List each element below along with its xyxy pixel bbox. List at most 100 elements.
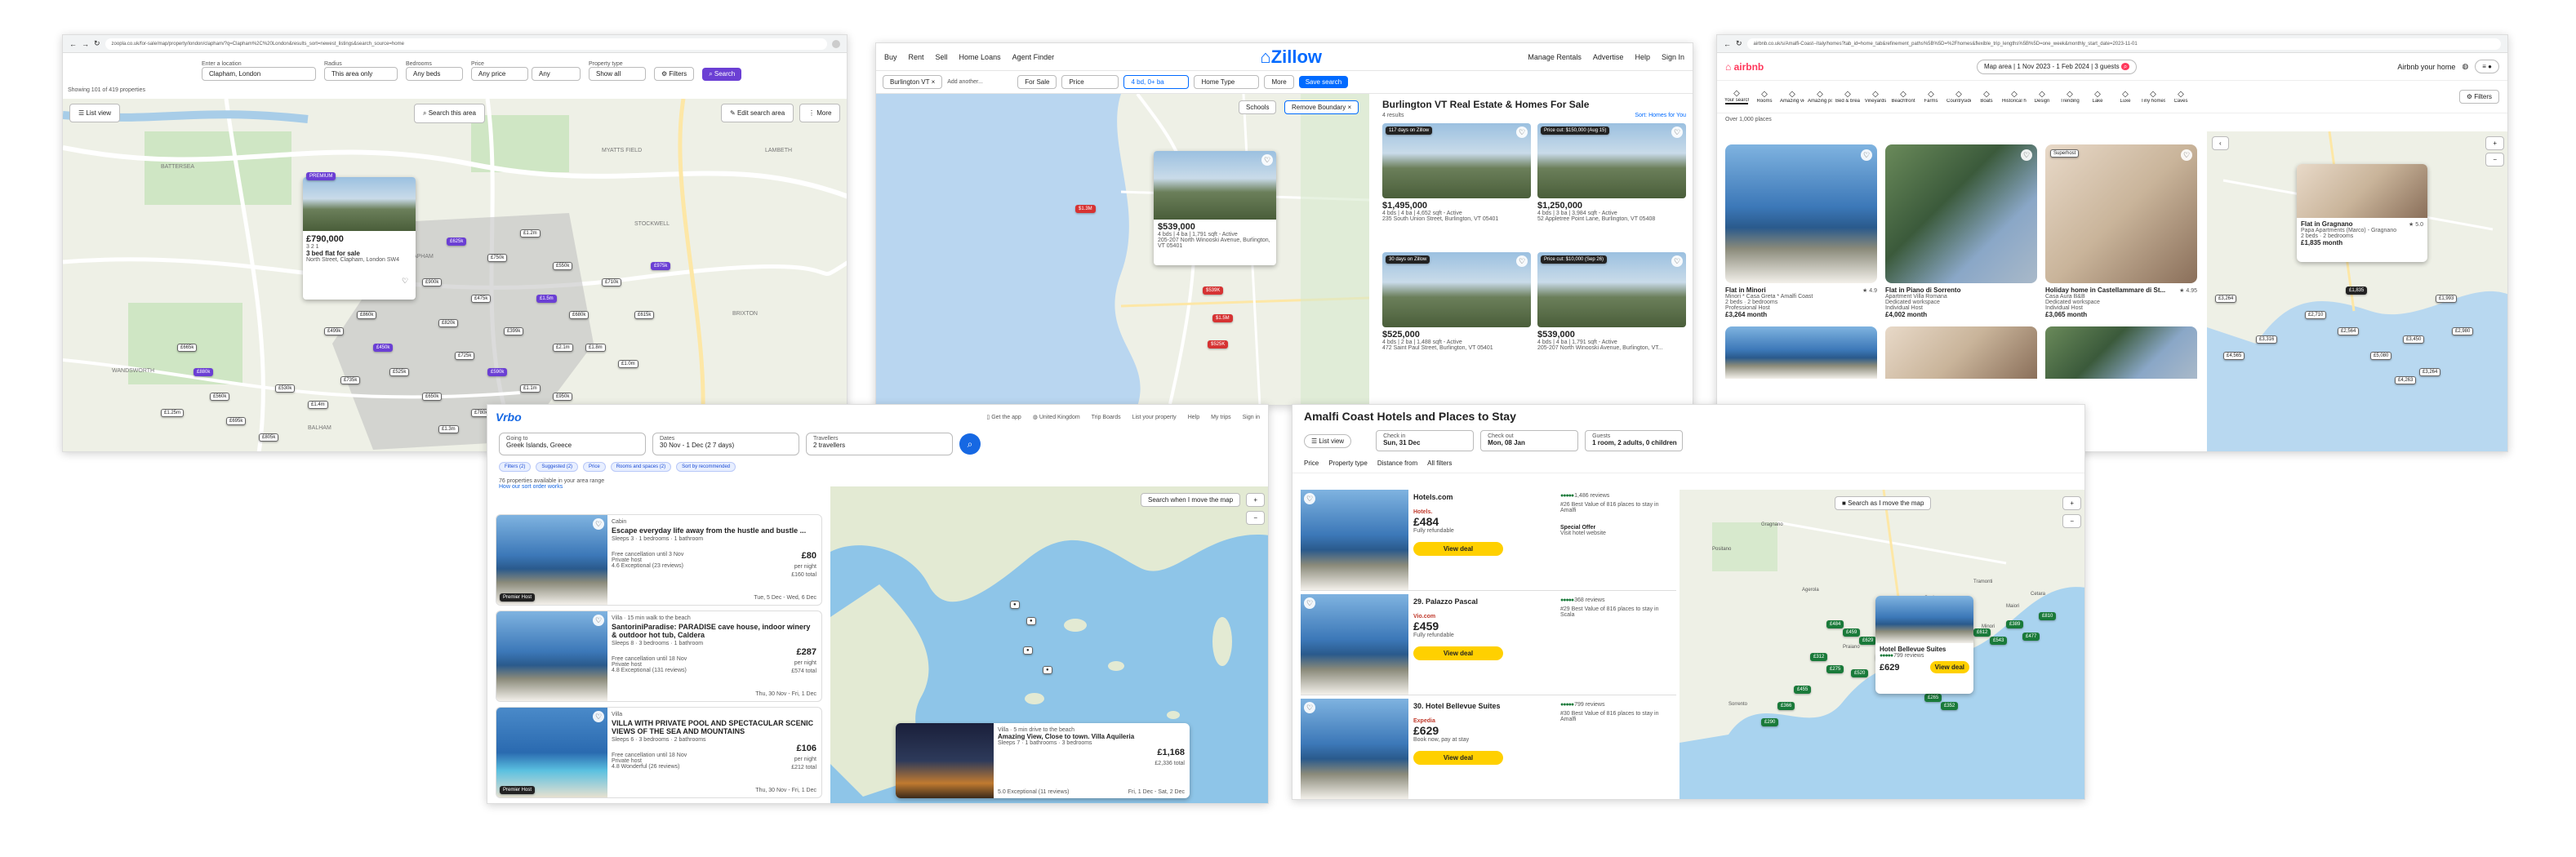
map-pin[interactable]: £810	[2039, 612, 2057, 620]
map-pin[interactable]: £290	[1761, 718, 1779, 726]
zillow-logo[interactable]: ⌂Zillow	[1066, 47, 1516, 68]
filter-more[interactable]: More	[1264, 75, 1294, 89]
favourite-heart-icon[interactable]: ♡	[1861, 149, 1872, 161]
travellers-field[interactable]: Travellers 2 travellers	[806, 433, 953, 455]
category-item[interactable]: ◇Historical homes	[2002, 90, 2027, 104]
listing-card[interactable]: ♡ Flat in Piano di Sorrento Apartment Vill…	[1885, 144, 2037, 318]
category-item[interactable]: ◇ Beachfront	[1891, 90, 1915, 104]
schools-toggle[interactable]: Schools	[1239, 100, 1277, 114]
map-pin[interactable]: £525k	[389, 368, 410, 376]
category-item[interactable]: ◇ Trending	[2058, 90, 2081, 104]
category-item[interactable]: ◇ Boats	[1975, 90, 1998, 104]
favourite-heart-icon[interactable]: ♡	[1304, 493, 1315, 504]
view-deal-button[interactable]: View deal	[1413, 751, 1503, 765]
map-pin[interactable]: £455	[1794, 686, 1812, 694]
get-app-link[interactable]: ▯ Get the app	[986, 414, 1021, 420]
url-bar[interactable]: zoopla.co.uk/for-sale/map/property/londo…	[105, 38, 827, 50]
back-icon[interactable]: ←	[1724, 40, 1731, 48]
zillow-map[interactable]: Schools Remove Boundary × $1.3M $1.5M $5…	[876, 94, 1369, 405]
map-pin[interactable]: £735k	[340, 376, 361, 384]
map-pin-icon[interactable]: ●	[1026, 617, 1036, 625]
listing-card[interactable]: Price cut: $10,000 (Sep 26) ♡ $539,000 4 bd…	[1537, 252, 1686, 375]
map-pin[interactable]: £477	[2022, 633, 2040, 641]
category-item[interactable]: ◇ Rooms	[1753, 90, 1776, 104]
nav-help[interactable]: Help	[1635, 53, 1650, 61]
map-pin[interactable]: £725k	[455, 352, 475, 360]
category-item[interactable]: ◇ Farms	[1920, 90, 1942, 104]
category-item[interactable]: ◇Amazing views	[1780, 90, 1804, 104]
filter-dropdown[interactable]: Property type	[1328, 460, 1368, 467]
map-pin[interactable]: £484	[1826, 620, 1844, 628]
map-pin[interactable]: £399k	[504, 327, 524, 335]
view-deal-button[interactable]: View deal	[1413, 542, 1503, 556]
filter-chip[interactable]: Price	[583, 462, 606, 472]
map-pin[interactable]: £389	[2006, 620, 2024, 628]
filter-for-sale[interactable]: For Sale	[1017, 75, 1057, 89]
map-pin[interactable]: £2,980	[2452, 327, 2474, 335]
map-pin[interactable]: £3,450	[2403, 335, 2425, 344]
map-pin[interactable]: £1,993	[2436, 295, 2458, 303]
filter-chip[interactable]: Rooms and spaces (2)	[610, 462, 672, 472]
edit-search-area-button[interactable]: ✎ Edit search area	[721, 104, 794, 122]
guests-field[interactable]: Guests 1 room, 2 adults, 0 children	[1585, 430, 1684, 451]
map-pin[interactable]: £550k	[553, 262, 573, 270]
zoom-in-button[interactable]: +	[2485, 136, 2504, 150]
my-trips-link[interactable]: My trips	[1211, 415, 1231, 420]
price-max-select[interactable]: Any	[532, 67, 581, 81]
forward-icon[interactable]: →	[82, 40, 89, 48]
favourite-heart-icon[interactable]: ♡	[1671, 127, 1683, 138]
category-item[interactable]: ◇Amazing pools	[1808, 90, 1832, 104]
airbnb-your-home-link[interactable]: Airbnb your home	[2397, 63, 2455, 71]
map-pin[interactable]: £265	[1924, 694, 1942, 702]
map-pin[interactable]: £820k	[438, 319, 459, 327]
favourite-heart-icon[interactable]: ♡	[399, 275, 411, 286]
category-item[interactable]: ◇ Lake	[2086, 90, 2109, 104]
property-type-select[interactable]: Show all	[589, 67, 646, 81]
category-item[interactable]: ◇ Vineyards	[1864, 90, 1887, 104]
nav-manage-rentals[interactable]: Manage Rentals	[1528, 53, 1582, 61]
favourite-heart-icon[interactable]: ♡	[1671, 255, 1683, 267]
map-pin[interactable]: $539K	[1203, 286, 1224, 295]
filter-price[interactable]: Price	[1061, 75, 1119, 89]
dates-field[interactable]: Dates 30 Nov - 1 Dec (2 7 days)	[652, 433, 799, 455]
map-back-button[interactable]: ‹	[2212, 136, 2229, 150]
bedrooms-select[interactable]: Any beds	[406, 67, 463, 81]
checkout-field[interactable]: Check out Mon, 08 Jan	[1480, 430, 1579, 451]
map-pin-icon[interactable]: ●	[1023, 646, 1033, 655]
listing-card[interactable]: ♡ Premier Host Cabin Escape everyday life a…	[496, 514, 822, 606]
listing-photo[interactable]	[1885, 326, 2037, 379]
map-pin[interactable]: £4,263	[2395, 376, 2417, 384]
search-button[interactable]: ⌕	[959, 433, 981, 455]
back-icon[interactable]: ←	[69, 40, 77, 48]
filter-chip[interactable]: Suggested (2)	[536, 462, 579, 472]
nav-home-loans[interactable]: Home Loans	[959, 53, 1001, 61]
map-pin[interactable]: £695k	[226, 417, 247, 425]
map-pin[interactable]: £312	[1810, 653, 1828, 661]
map-pin[interactable]: £2.1m	[553, 344, 573, 352]
map-pin[interactable]: £975k	[651, 262, 671, 270]
category-item[interactable]: ◇ Countryside	[1946, 90, 1971, 104]
trip-boards-link[interactable]: Trip Boards	[1092, 415, 1121, 420]
map-pin-icon[interactable]: ●	[1010, 601, 1020, 609]
map-popup-card[interactable]: Hotel Bellevue Suites ●●●●● 799 reviews …	[1875, 596, 1973, 694]
map-pin[interactable]: $1.5M	[1212, 314, 1233, 322]
list-view-button[interactable]: ☰ List view	[69, 104, 121, 122]
map-pin[interactable]: £1.3m	[438, 425, 459, 433]
map-pin[interactable]: £1.0m	[618, 360, 638, 368]
favourite-heart-icon[interactable]: ♡	[2021, 149, 2032, 161]
map-pin[interactable]: £880k	[194, 368, 214, 376]
map-pin[interactable]: £805k	[259, 433, 279, 442]
list-view-button[interactable]: ☰ List view	[1304, 433, 1352, 448]
nav-agent-finder[interactable]: Agent Finder	[1012, 53, 1055, 61]
category-item[interactable]: ◇Bed & breakfasts	[1835, 90, 1860, 104]
price-min-select[interactable]: Any price	[471, 67, 528, 81]
map-pin[interactable]: £1.1m	[520, 384, 541, 393]
map-pin-icon[interactable]: ●	[1043, 666, 1052, 674]
nav-sign-in[interactable]: Sign In	[1662, 53, 1684, 61]
favourite-heart-icon[interactable]: ♡	[1261, 154, 1273, 166]
view-deal-button[interactable]: View deal	[1413, 646, 1503, 660]
airbnb-logo[interactable]: ⌂ airbnb	[1725, 61, 1970, 73]
filter-chip[interactable]: Filters (2)	[499, 462, 532, 472]
zoom-out-button[interactable]: −	[1246, 511, 1265, 525]
close-icon[interactable]: ×	[932, 78, 936, 86]
